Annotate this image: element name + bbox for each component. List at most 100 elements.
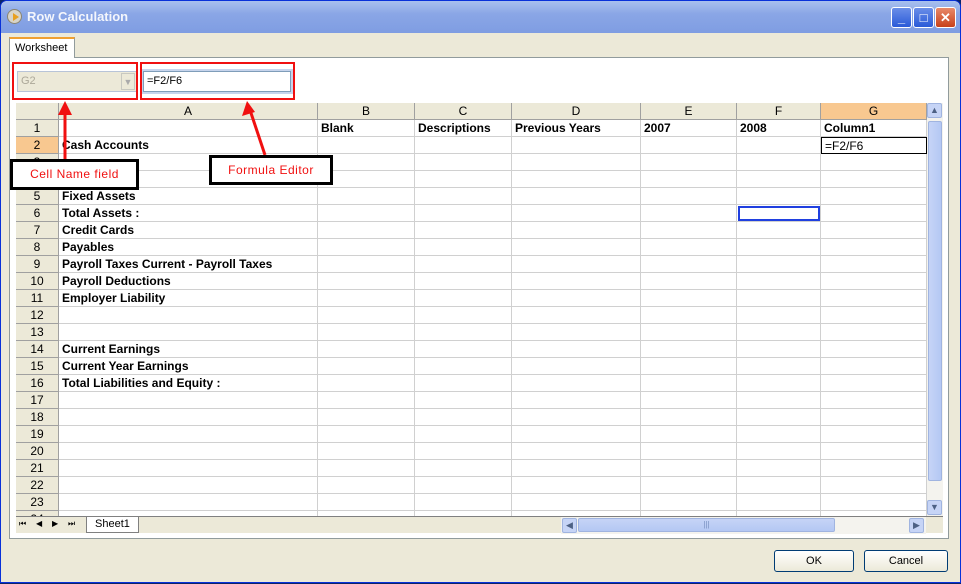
table-cell[interactable]: 2007	[641, 120, 737, 137]
first-sheet-icon[interactable]: ⏮	[19, 519, 26, 529]
table-cell[interactable]	[821, 205, 927, 222]
table-cell[interactable]	[59, 307, 318, 324]
table-cell[interactable]	[512, 222, 641, 239]
row-header[interactable]: 21	[16, 460, 59, 477]
scroll-up-icon[interactable]: ▲	[927, 103, 942, 118]
table-cell[interactable]	[737, 137, 821, 154]
table-cell[interactable]: Column1	[821, 120, 927, 137]
table-cell[interactable]: Employer Liability	[59, 290, 318, 307]
table-cell[interactable]: Current Earnings	[59, 341, 318, 358]
tab-worksheet[interactable]: Worksheet	[9, 37, 75, 58]
table-cell[interactable]	[318, 477, 415, 494]
row-header[interactable]: 13	[16, 324, 59, 341]
vertical-scrollbar[interactable]: ▲ ▼	[927, 103, 943, 516]
table-cell[interactable]	[737, 256, 821, 273]
column-header-a[interactable]: A	[59, 103, 318, 120]
column-header-f[interactable]: F	[737, 103, 821, 120]
table-cell[interactable]	[512, 290, 641, 307]
table-cell[interactable]	[821, 256, 927, 273]
table-cell[interactable]	[415, 188, 512, 205]
column-header-e[interactable]: E	[641, 103, 737, 120]
table-cell[interactable]	[318, 222, 415, 239]
table-cell[interactable]	[512, 188, 641, 205]
row-header[interactable]: 2	[16, 137, 59, 154]
table-cell[interactable]	[415, 222, 512, 239]
table-cell[interactable]	[512, 477, 641, 494]
table-cell[interactable]	[415, 494, 512, 511]
row-header[interactable]: 8	[16, 239, 59, 256]
table-cell[interactable]: Blank	[318, 120, 415, 137]
table-cell[interactable]	[318, 324, 415, 341]
row-header[interactable]: 23	[16, 494, 59, 511]
table-cell[interactable]	[59, 477, 318, 494]
active-cell-editor[interactable]: =F2/F6	[821, 137, 927, 154]
table-cell[interactable]	[641, 494, 737, 511]
table-cell[interactable]	[641, 477, 737, 494]
table-cell[interactable]	[512, 443, 641, 460]
table-cell[interactable]	[415, 358, 512, 375]
table-cell[interactable]	[641, 171, 737, 188]
table-cell[interactable]	[318, 239, 415, 256]
table-cell[interactable]	[415, 239, 512, 256]
row-header[interactable]: 5	[16, 188, 59, 205]
table-cell[interactable]	[318, 392, 415, 409]
table-cell[interactable]	[821, 324, 927, 341]
row-header[interactable]: 11	[16, 290, 59, 307]
table-cell[interactable]: Cash Accounts	[59, 137, 318, 154]
table-cell[interactable]	[415, 460, 512, 477]
table-cell[interactable]	[737, 375, 821, 392]
row-header[interactable]: 1	[16, 120, 59, 137]
table-cell[interactable]	[415, 137, 512, 154]
table-cell[interactable]	[821, 222, 927, 239]
table-cell[interactable]	[641, 273, 737, 290]
table-cell[interactable]	[59, 120, 318, 137]
table-cell[interactable]	[641, 222, 737, 239]
table-cell[interactable]	[821, 477, 927, 494]
table-cell[interactable]	[512, 494, 641, 511]
table-cell[interactable]	[512, 375, 641, 392]
row-header[interactable]: 20	[16, 443, 59, 460]
table-cell[interactable]	[318, 375, 415, 392]
table-cell[interactable]	[737, 171, 821, 188]
row-header[interactable]: 9	[16, 256, 59, 273]
table-cell[interactable]	[512, 273, 641, 290]
table-cell[interactable]	[737, 494, 821, 511]
table-cell[interactable]	[737, 426, 821, 443]
table-cell[interactable]	[415, 426, 512, 443]
table-cell[interactable]	[641, 307, 737, 324]
table-cell[interactable]	[641, 239, 737, 256]
maximize-button[interactable]: □	[913, 7, 934, 28]
table-cell[interactable]	[641, 137, 737, 154]
table-cell[interactable]	[641, 290, 737, 307]
column-header-b[interactable]: B	[318, 103, 415, 120]
column-header-d[interactable]: D	[512, 103, 641, 120]
table-cell[interactable]	[737, 358, 821, 375]
table-cell[interactable]	[415, 154, 512, 171]
table-cell[interactable]	[821, 375, 927, 392]
table-cell[interactable]	[737, 324, 821, 341]
table-cell[interactable]	[415, 307, 512, 324]
table-cell[interactable]	[737, 477, 821, 494]
table-cell[interactable]	[821, 171, 927, 188]
table-cell[interactable]	[821, 392, 927, 409]
table-cell[interactable]	[641, 324, 737, 341]
table-cell[interactable]	[512, 137, 641, 154]
row-header[interactable]: 17	[16, 392, 59, 409]
table-cell[interactable]	[737, 290, 821, 307]
corner-header[interactable]	[16, 103, 59, 120]
table-cell[interactable]	[821, 307, 927, 324]
column-header-c[interactable]: C	[415, 103, 512, 120]
table-cell[interactable]	[821, 443, 927, 460]
table-cell[interactable]	[737, 392, 821, 409]
last-sheet-icon[interactable]: ⏭	[68, 519, 75, 529]
table-cell[interactable]	[318, 307, 415, 324]
table-cell[interactable]	[318, 443, 415, 460]
table-cell[interactable]	[512, 341, 641, 358]
table-cell[interactable]: Descriptions	[415, 120, 512, 137]
table-cell[interactable]	[821, 409, 927, 426]
table-cell[interactable]: 2008	[737, 120, 821, 137]
table-cell[interactable]	[415, 409, 512, 426]
table-cell[interactable]	[821, 154, 927, 171]
table-cell[interactable]	[641, 256, 737, 273]
table-cell[interactable]	[512, 239, 641, 256]
